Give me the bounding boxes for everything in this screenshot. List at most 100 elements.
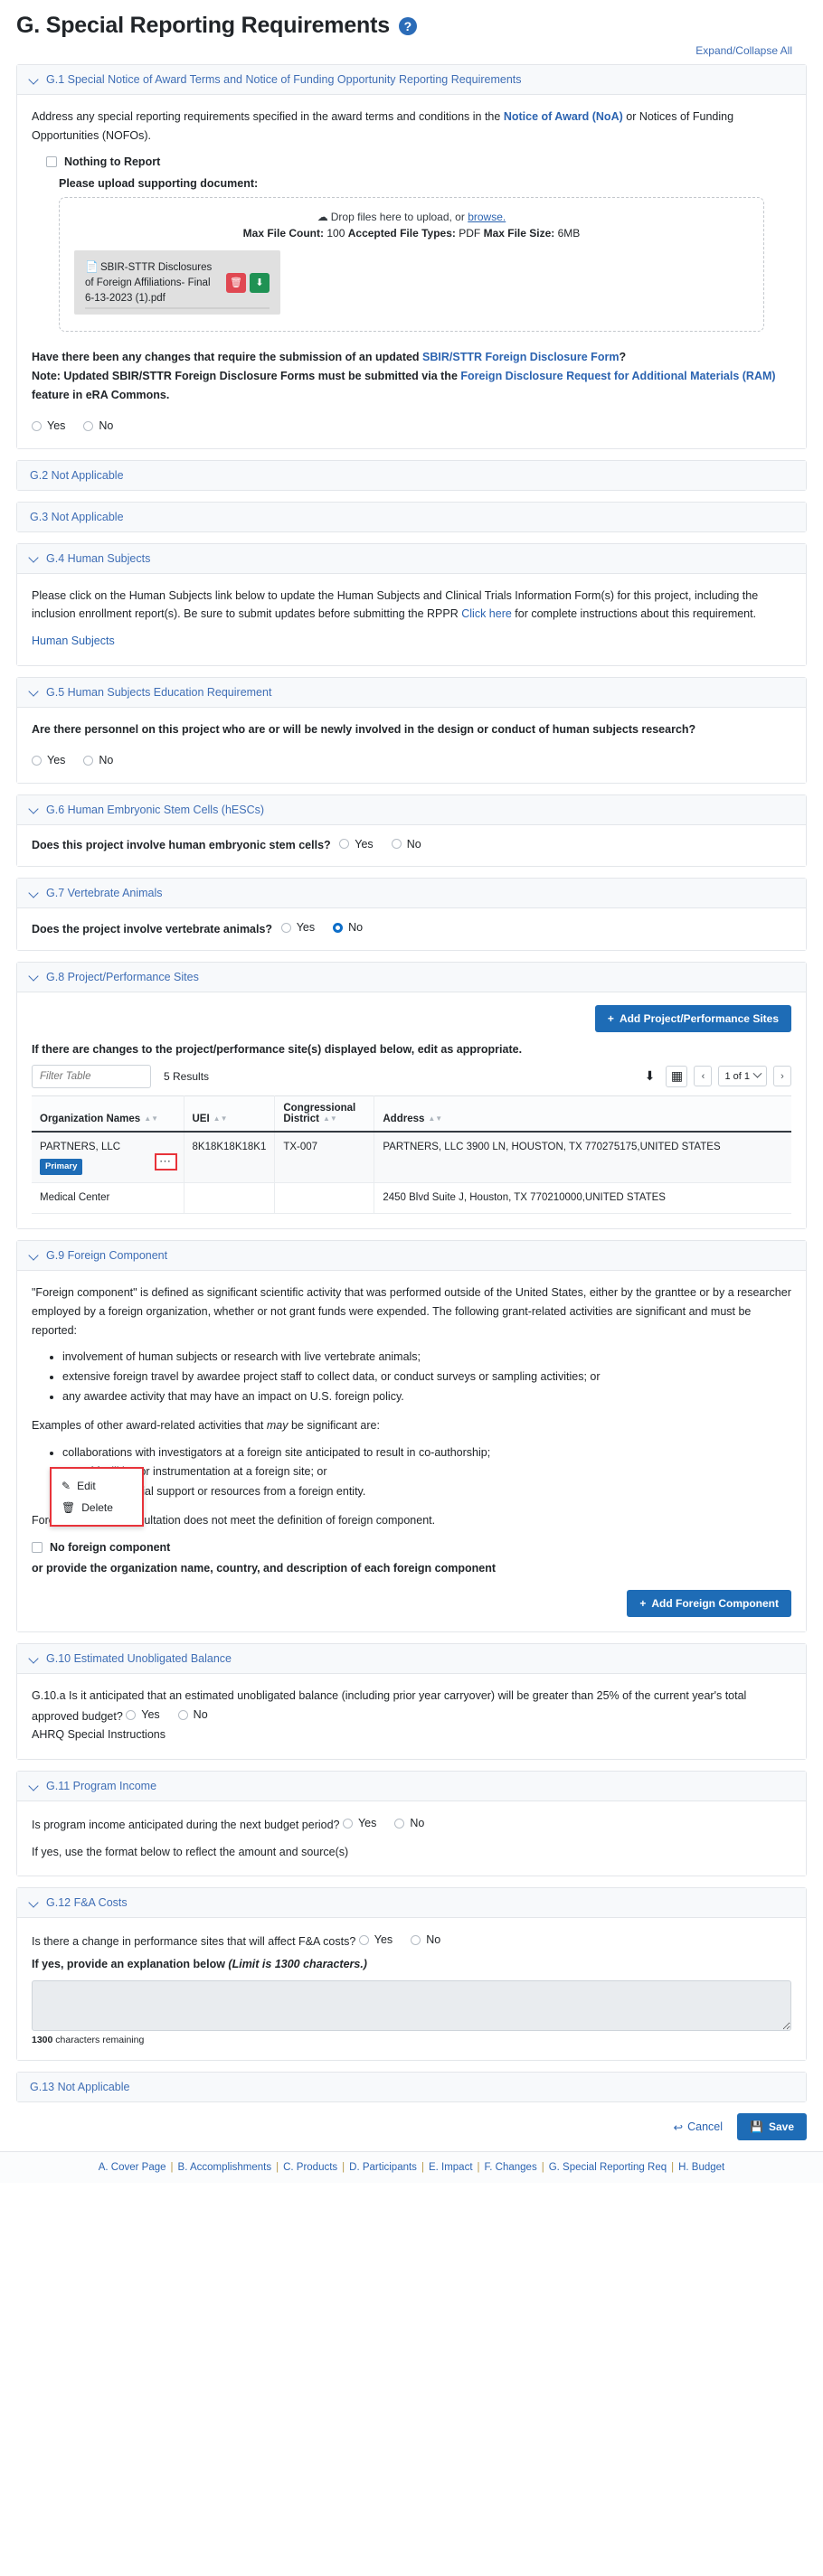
- section-g13-title: G.13 Not Applicable: [30, 2081, 130, 2094]
- g9-para1: "Foreign component" is defined as signif…: [32, 1286, 791, 1337]
- download-icon[interactable]: ⬇: [639, 1067, 659, 1086]
- g12-explain-a: If yes, provide an explanation below: [32, 1957, 229, 1970]
- g12-radio-no[interactable]: [411, 1934, 421, 1945]
- file-dropzone[interactable]: ☁ Drop files here to upload, or browse. M…: [59, 197, 764, 333]
- g5-radio-yes[interactable]: [32, 755, 42, 766]
- section-g9-header[interactable]: G.9 Foreign Component: [17, 1241, 806, 1272]
- prev-page-button[interactable]: ‹: [694, 1066, 713, 1087]
- page-selector[interactable]: 1 of 1: [718, 1066, 767, 1087]
- g10-radio-no[interactable]: [177, 1709, 188, 1720]
- human-subjects-link[interactable]: Human Subjects: [32, 635, 115, 647]
- g5-yesno-group: Yes No: [32, 754, 126, 766]
- footer-nav-impact[interactable]: E. Impact: [425, 2162, 477, 2173]
- g1-radio-no-label: No: [99, 419, 114, 433]
- footer-nav-cover-page[interactable]: A. Cover Page: [95, 2162, 170, 2173]
- section-g5-header[interactable]: G.5 Human Subjects Education Requirement: [17, 677, 806, 708]
- g12-radio-yes[interactable]: [358, 1934, 369, 1945]
- footer-nav-special-reporting[interactable]: G. Special Reporting Req: [545, 2162, 670, 2173]
- sort-icon[interactable]: ▲▼: [144, 1114, 158, 1123]
- sort-icon[interactable]: ▲▼: [323, 1114, 337, 1123]
- section-g13-header[interactable]: G.13 Not Applicable: [17, 2073, 806, 2102]
- section-g2-header[interactable]: G.2 Not Applicable: [17, 460, 806, 490]
- browse-link[interactable]: browse.: [468, 211, 506, 223]
- g7-radio-yes[interactable]: [280, 922, 291, 933]
- ram-link[interactable]: Foreign Disclosure Request for Additiona…: [460, 370, 775, 382]
- no-foreign-component-checkbox[interactable]: [32, 1541, 43, 1553]
- section-g4-header[interactable]: G.4 Human Subjects: [17, 543, 806, 574]
- foreign-disclosure-form-link[interactable]: SBIR/STTR Foreign Disclosure Form: [422, 351, 619, 363]
- col-address[interactable]: Address ▲▼: [374, 1095, 791, 1133]
- ellipsis-icon[interactable]: ⋯: [154, 1152, 177, 1170]
- col-uei[interactable]: UEI ▲▼: [184, 1095, 276, 1133]
- filter-table-input[interactable]: [32, 1064, 151, 1088]
- g1-radio-yes[interactable]: [32, 420, 42, 431]
- section-g10-header[interactable]: G.10 Estimated Unobligated Balance: [17, 1644, 806, 1675]
- section-g10-title: G.10 Estimated Unobligated Balance: [46, 1652, 232, 1666]
- footer-nav-budget[interactable]: H. Budget: [675, 2162, 728, 2173]
- ahrq-special-instructions[interactable]: AHRQ Special Instructions: [32, 1725, 791, 1744]
- save-button[interactable]: 💾 Save: [737, 2113, 807, 2141]
- no-foreign-component-row: No foreign component: [32, 1541, 791, 1554]
- col-organization-names[interactable]: Organization Names ▲▼: [32, 1095, 184, 1133]
- download-icon[interactable]: ⬇: [250, 272, 270, 293]
- context-menu-edit[interactable]: ✎ Edit: [52, 1475, 142, 1497]
- nav-separator: |: [170, 2162, 174, 2174]
- section-g8: G.8 Project/Performance Sites + Add Proj…: [16, 961, 807, 1230]
- g6-yesno-group: Yes No: [339, 838, 433, 851]
- section-g3-header[interactable]: G.3 Not Applicable: [17, 502, 806, 531]
- section-g1-header[interactable]: G.1 Special Notice of Award Terms and No…: [17, 65, 806, 95]
- section-g7-header[interactable]: G.7 Vertebrate Animals: [17, 879, 806, 909]
- chevron-down-icon: [30, 804, 40, 814]
- sort-icon[interactable]: ▲▼: [428, 1114, 442, 1123]
- section-g4-body: Please click on the Human Subjects link …: [17, 573, 806, 665]
- section-g8-title: G.8 Project/Performance Sites: [46, 970, 199, 983]
- table-columns-icon[interactable]: ▦: [666, 1065, 688, 1087]
- g1-radio-no[interactable]: [83, 420, 94, 431]
- max-size-label: Max File Size:: [483, 227, 555, 240]
- g1-intro-text: Address any special reporting requiremen…: [32, 108, 791, 145]
- expand-collapse-all-link[interactable]: Expand/Collapse All: [695, 44, 792, 57]
- footer-nav-changes[interactable]: F. Changes: [481, 2162, 541, 2173]
- g7-radio-no[interactable]: [333, 922, 344, 933]
- section-g6: G.6 Human Embryonic Stem Cells (hESCs) D…: [16, 794, 807, 868]
- add-project-performance-sites-button[interactable]: + Add Project/Performance Sites: [594, 1004, 791, 1032]
- g4-body-b: for complete instructions about this req…: [511, 607, 757, 621]
- click-here-link[interactable]: Click here: [461, 607, 512, 620]
- next-page-button[interactable]: ›: [773, 1066, 791, 1087]
- g5-radio-no[interactable]: [83, 755, 94, 766]
- g9-para2-b: be significant are:: [288, 1418, 380, 1432]
- g11-radio-yes[interactable]: [342, 1818, 353, 1829]
- context-menu-delete[interactable]: 🗑 Delete: [52, 1497, 142, 1518]
- section-g4-title: G.4 Human Subjects: [46, 551, 151, 565]
- add-sites-row: + Add Project/Performance Sites: [32, 1004, 791, 1032]
- col-congressional-district[interactable]: Congressional District ▲▼: [274, 1095, 375, 1133]
- nothing-to-report-checkbox[interactable]: [46, 156, 57, 168]
- add-foreign-component-button[interactable]: + Add Foreign Component: [627, 1590, 791, 1618]
- row-context-menu: ✎ Edit 🗑 Delete: [50, 1467, 144, 1527]
- characters-remaining: 1300 characters remaining: [32, 2035, 791, 2045]
- g12-explanation-textarea[interactable]: [32, 1980, 791, 2032]
- section-g11-header[interactable]: G.11 Program Income: [17, 1772, 806, 1802]
- context-menu-delete-label: Delete: [81, 1501, 113, 1514]
- footer-nav-products[interactable]: C. Products: [279, 2162, 341, 2173]
- characters-remaining-count: 1300: [32, 2035, 53, 2046]
- section-g12-header[interactable]: G.12 F&A Costs: [17, 1888, 806, 1919]
- g6-radio-yes[interactable]: [339, 839, 350, 850]
- question-circle-icon[interactable]: ?: [398, 16, 417, 35]
- g12-question-row: Is there a change in performance sites t…: [32, 1931, 791, 1951]
- section-g6-header[interactable]: G.6 Human Embryonic Stem Cells (hESCs): [17, 794, 806, 825]
- g4-human-subjects-link-wrap: Human Subjects: [32, 632, 791, 651]
- cancel-button[interactable]: ↩ Cancel: [674, 2120, 723, 2134]
- chevron-down-icon: [30, 75, 40, 85]
- sort-icon[interactable]: ▲▼: [213, 1114, 228, 1123]
- g11-radio-no[interactable]: [394, 1818, 405, 1829]
- g10-radio-yes[interactable]: [126, 1709, 137, 1720]
- g1-q-b: ?: [619, 351, 627, 364]
- footer-nav-participants[interactable]: D. Participants: [345, 2162, 421, 2173]
- g6-radio-no[interactable]: [391, 839, 402, 850]
- section-g8-header[interactable]: G.8 Project/Performance Sites: [17, 962, 806, 992]
- section-g1-title: G.1 Special Notice of Award Terms and No…: [46, 73, 522, 86]
- footer-nav-accomplishments[interactable]: B. Accomplishments: [175, 2162, 276, 2173]
- trash-icon[interactable]: 🗑: [226, 272, 246, 293]
- noa-link[interactable]: Notice of Award (NoA): [504, 110, 623, 123]
